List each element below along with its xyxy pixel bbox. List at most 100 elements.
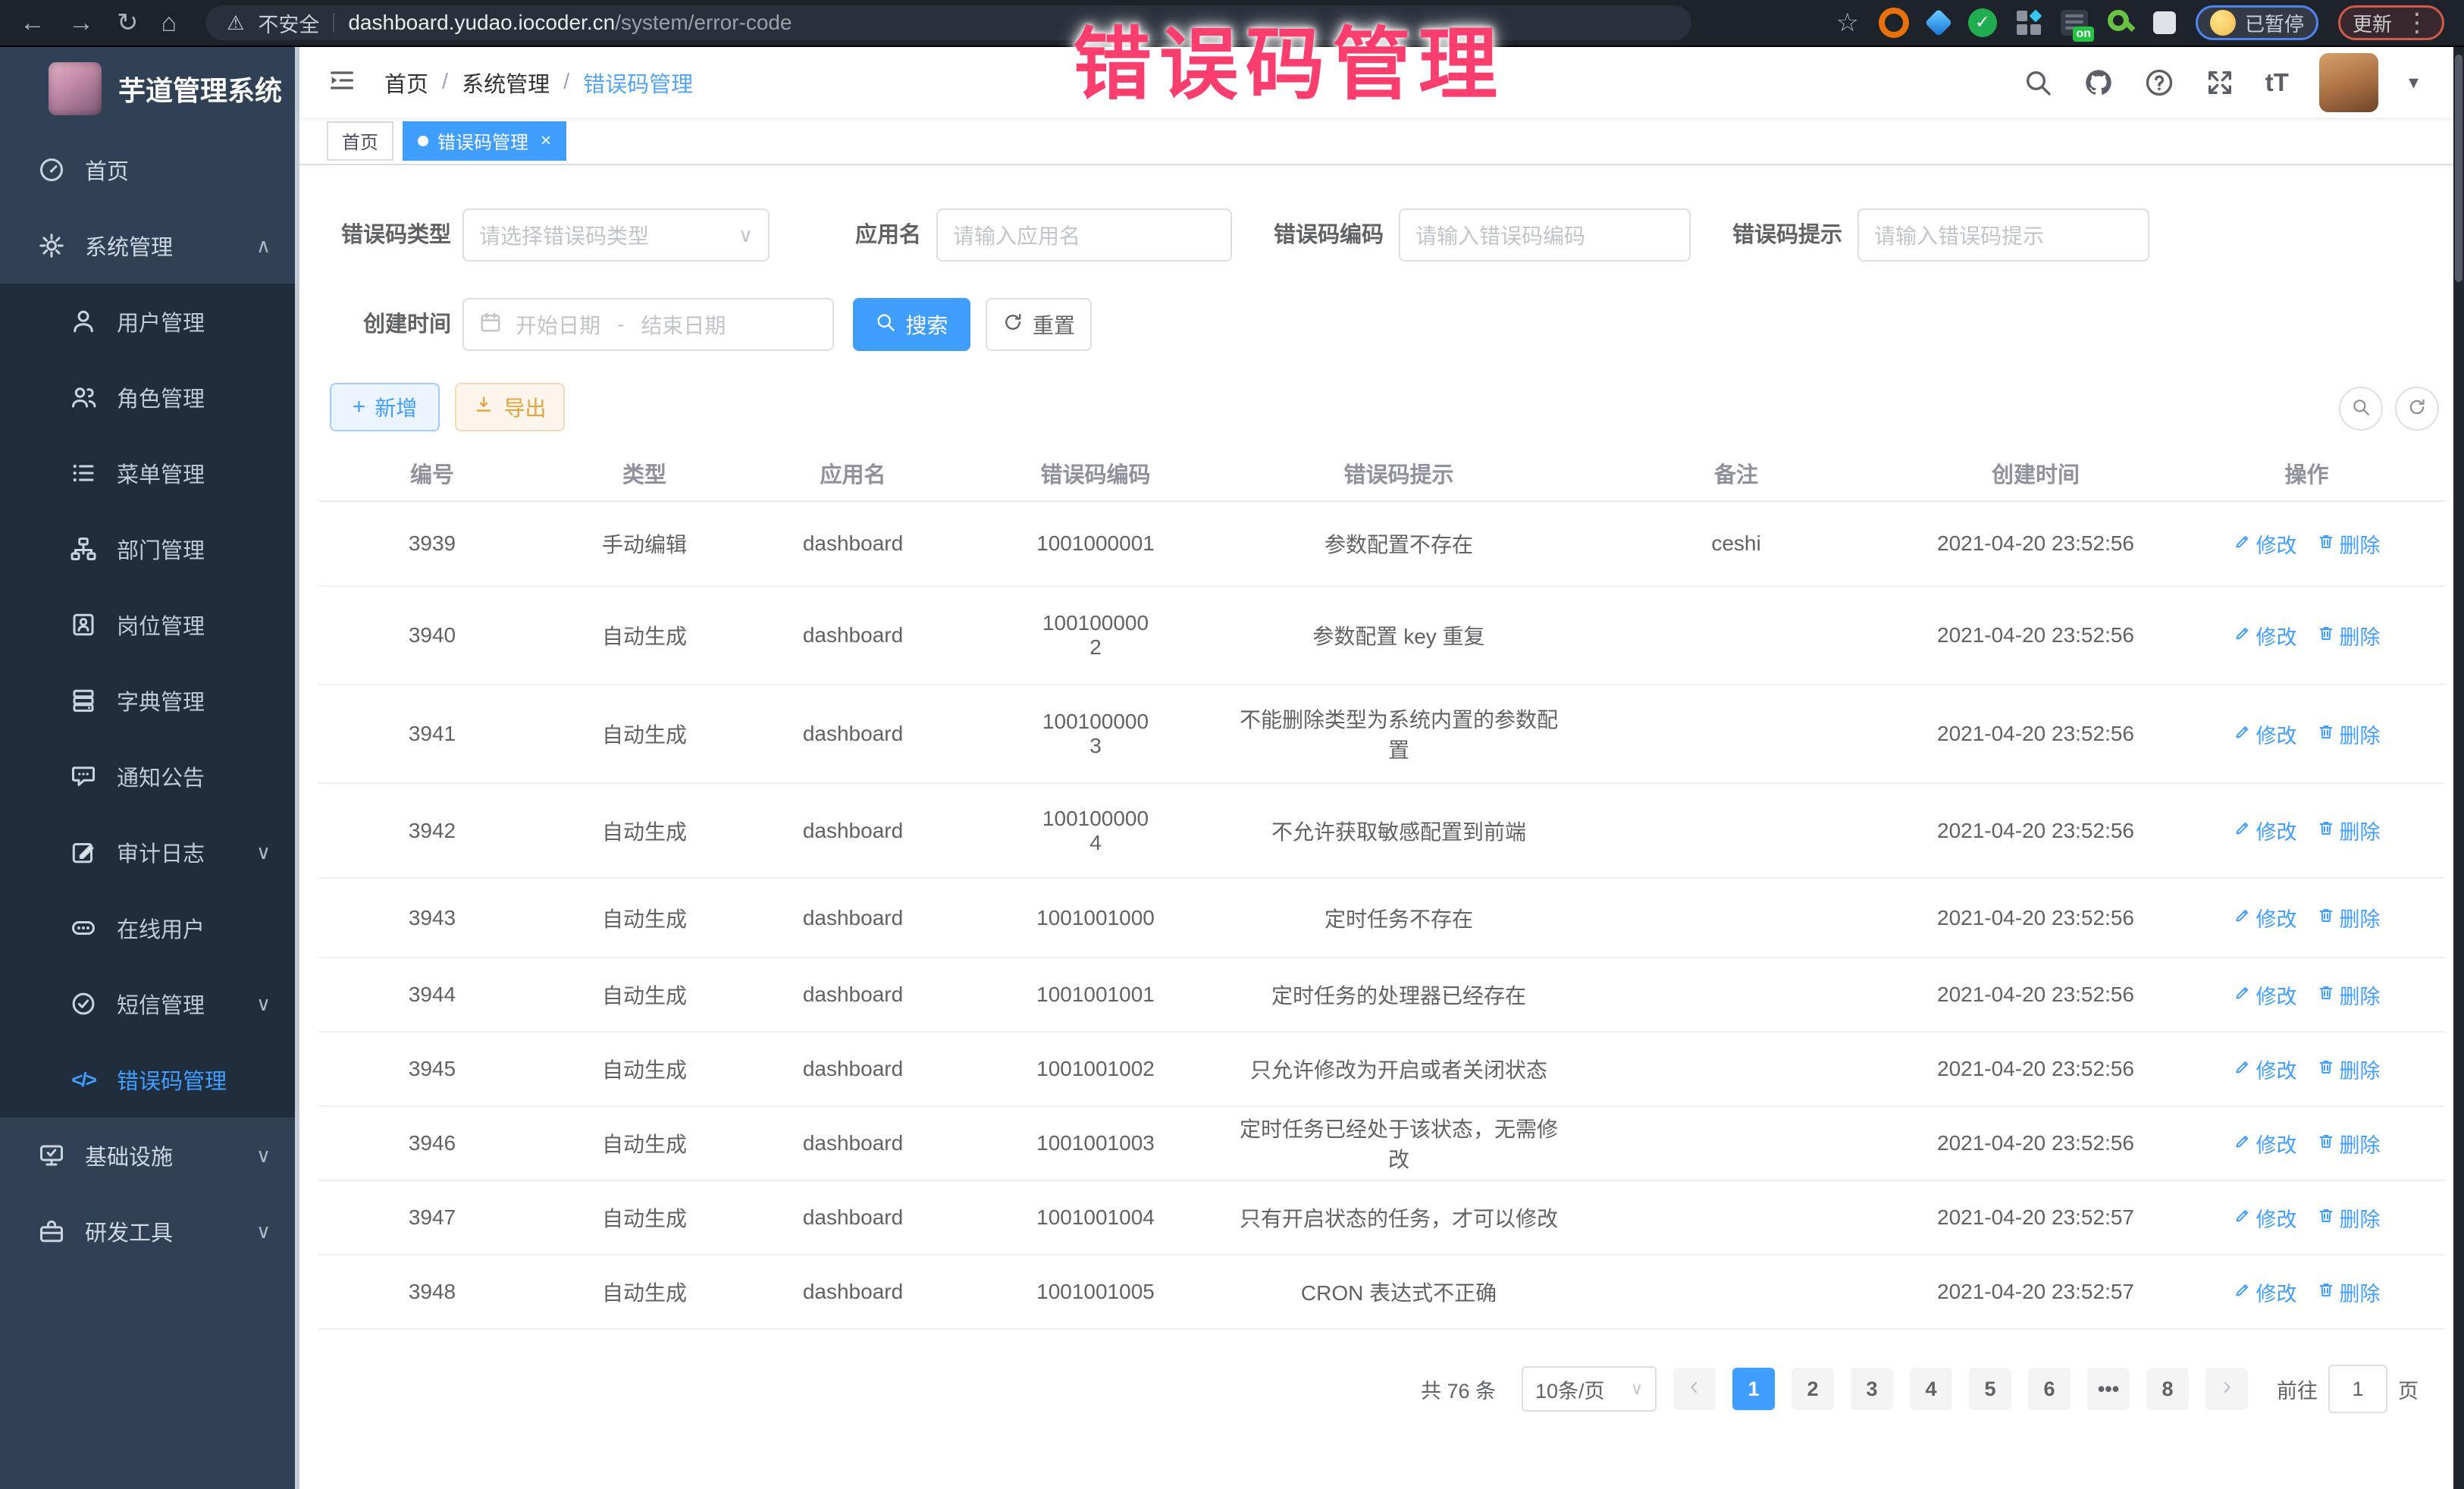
sidebar-item-audit-log[interactable]: 审计日志∨ xyxy=(0,814,299,890)
edit-link[interactable]: 修改 xyxy=(2234,529,2297,559)
sidebar-item-home[interactable]: 首页 xyxy=(0,132,299,208)
edit-link[interactable]: 修改 xyxy=(2234,621,2297,650)
error-msg-input[interactable]: 请输入错误码提示 xyxy=(1857,208,2149,262)
edit-icon xyxy=(2234,1206,2252,1230)
refresh-table-button[interactable] xyxy=(2395,387,2439,431)
delete-link[interactable]: 删除 xyxy=(2317,1277,2381,1307)
fullscreen-icon[interactable] xyxy=(2205,67,2235,98)
sidebar-item-error-code-management[interactable]: </>错误码管理 xyxy=(0,1042,299,1118)
user-avatar[interactable] xyxy=(2319,53,2378,112)
page-button-3[interactable]: 3 xyxy=(1851,1368,1893,1410)
update-label: 更新 xyxy=(2353,9,2392,37)
page-ellipsis[interactable]: ••• xyxy=(2087,1368,2130,1410)
extension-gem-icon[interactable] xyxy=(1925,9,1953,37)
sidebar-item-menu-management[interactable]: 菜单管理 xyxy=(0,435,299,511)
extensions-puzzle-icon[interactable] xyxy=(2153,11,2176,34)
scrollbar-thumb[interactable] xyxy=(2455,55,2462,282)
show-search-toggle-button[interactable] xyxy=(2339,387,2383,431)
page-button-5[interactable]: 5 xyxy=(1969,1368,2011,1410)
sidebar-item-user-management[interactable]: 用户管理 xyxy=(0,284,299,359)
browser-chrome: ← → ↻ ⌂ ⚠ 不安全 dashboard.yudao.iocoder.cn… xyxy=(0,0,2464,47)
error-type-select[interactable]: 请选择错误码类型∨ xyxy=(462,208,770,262)
edit-link[interactable]: 修改 xyxy=(2234,1203,2297,1233)
search-icon[interactable] xyxy=(2023,67,2053,98)
sidebar-item-system-management[interactable]: 系统管理∧ xyxy=(0,208,299,284)
delete-link[interactable]: 删除 xyxy=(2317,529,2381,559)
date-range-picker[interactable]: 开始日期 - 结束日期 xyxy=(462,298,834,351)
prev-page-button[interactable] xyxy=(1673,1368,1716,1410)
sidebar-item-online-users[interactable]: 在线用户 xyxy=(0,890,299,966)
cell-type: 自动生成 xyxy=(546,1180,743,1255)
extension-key-icon[interactable] xyxy=(2108,10,2133,36)
bookmark-star-icon[interactable]: ☆ xyxy=(1835,0,1858,46)
extension-green-icon[interactable]: ✓ xyxy=(1968,8,1997,37)
page-button-8[interactable]: 8 xyxy=(2146,1368,2189,1410)
top-navbar: 首页 / 系统管理 / 错误码管理 tT ▾ xyxy=(299,47,2453,118)
sidebar-item-dict-management[interactable]: 字典管理 xyxy=(0,663,299,738)
add-button[interactable]: + 新增 xyxy=(330,383,440,431)
extension-switch-icon[interactable]: on xyxy=(2061,10,2088,36)
sidebar-item-dept-management[interactable]: 部门管理 xyxy=(0,511,299,587)
edit-link[interactable]: 修改 xyxy=(2234,903,2297,933)
reset-button[interactable]: 重置 xyxy=(986,298,1092,351)
extension-orange-icon[interactable] xyxy=(1879,8,1909,38)
delete-link[interactable]: 删除 xyxy=(2317,1203,2381,1233)
back-icon[interactable]: ← xyxy=(20,0,45,46)
export-button[interactable]: 导出 xyxy=(455,383,565,431)
delete-link[interactable]: 删除 xyxy=(2317,816,2381,845)
table-row: 3945自动生成dashboard1001001002只允许修改为开启或者关闭状… xyxy=(318,1032,2445,1106)
tab-home[interactable]: 首页 xyxy=(327,121,393,161)
page-button-1[interactable]: 1 xyxy=(1732,1368,1775,1410)
github-icon[interactable] xyxy=(2083,67,2114,98)
edit-link[interactable]: 修改 xyxy=(2234,1129,2297,1158)
edit-link[interactable]: 修改 xyxy=(2234,1055,2297,1084)
edit-link[interactable]: 修改 xyxy=(2234,1277,2297,1307)
window-scrollbar[interactable] xyxy=(2453,47,2464,1489)
close-tab-icon[interactable]: × xyxy=(541,130,551,152)
sidebar-collapse-icon[interactable] xyxy=(327,65,357,99)
delete-link[interactable]: 删除 xyxy=(2317,719,2381,749)
next-page-button[interactable] xyxy=(2205,1368,2248,1410)
delete-link[interactable]: 删除 xyxy=(2317,1055,2381,1084)
home-icon[interactable]: ⌂ xyxy=(161,0,177,46)
sidebar-item-dev-tools[interactable]: 研发工具∨ xyxy=(0,1193,299,1269)
search-button[interactable]: 搜索 xyxy=(853,298,970,351)
page-button-4[interactable]: 4 xyxy=(1910,1368,1952,1410)
breadcrumb-item[interactable]: 首页 xyxy=(384,67,428,99)
table-row: 3947自动生成dashboard1001001004只有开启状态的任务，才可以… xyxy=(318,1180,2445,1255)
page-button-2[interactable]: 2 xyxy=(1792,1368,1834,1410)
sidebar-item-role-management[interactable]: 角色管理 xyxy=(0,359,299,435)
edit-link[interactable]: 修改 xyxy=(2234,816,2297,845)
sidebar-item-notice[interactable]: 通知公告 xyxy=(0,738,299,814)
page-size-select[interactable]: 10条/页∨ xyxy=(1522,1366,1657,1412)
update-chip[interactable]: 更新 ⋮ xyxy=(2338,5,2444,40)
edit-link[interactable]: 修改 xyxy=(2234,980,2297,1010)
breadcrumb-item[interactable]: 系统管理 xyxy=(462,67,550,99)
delete-icon xyxy=(2317,983,2335,1007)
address-bar[interactable]: ⚠ 不安全 dashboard.yudao.iocoder.cn/system/… xyxy=(205,5,1691,40)
delete-link[interactable]: 删除 xyxy=(2317,621,2381,650)
sidebar-item-infrastructure[interactable]: 基础设施∨ xyxy=(0,1118,299,1193)
delete-link[interactable]: 删除 xyxy=(2317,1129,2381,1158)
app-logo-row[interactable]: 芋道管理系统 xyxy=(0,47,299,126)
cell-remark xyxy=(1569,586,1903,685)
chevron-down-icon[interactable]: ▾ xyxy=(2409,71,2419,94)
column-header: 备注 xyxy=(1569,446,1903,501)
font-size-icon[interactable]: tT xyxy=(2265,68,2289,97)
help-icon[interactable] xyxy=(2144,67,2174,98)
tab-error-code[interactable]: 错误码管理 × xyxy=(403,121,566,161)
reload-icon[interactable]: ↻ xyxy=(117,0,139,46)
forward-icon[interactable]: → xyxy=(68,0,94,46)
extension-grid-icon[interactable] xyxy=(2017,11,2041,35)
sidebar-item-post-management[interactable]: 岗位管理 xyxy=(0,587,299,663)
edit-link[interactable]: 修改 xyxy=(2234,719,2297,749)
profile-chip[interactable]: 已暂停 xyxy=(2196,5,2318,40)
page-button-6[interactable]: 6 xyxy=(2028,1368,2071,1410)
error-code-input[interactable]: 请输入错误码编码 xyxy=(1399,208,1691,262)
app-name-input[interactable]: 请输入应用名 xyxy=(936,208,1232,262)
delete-link[interactable]: 删除 xyxy=(2317,980,2381,1010)
browser-menu-icon[interactable]: ⋮ xyxy=(2404,0,2430,46)
delete-link[interactable]: 删除 xyxy=(2317,903,2381,933)
sidebar-item-sms-management[interactable]: 短信管理∨ xyxy=(0,966,299,1042)
goto-page-input[interactable] xyxy=(2328,1365,2387,1413)
